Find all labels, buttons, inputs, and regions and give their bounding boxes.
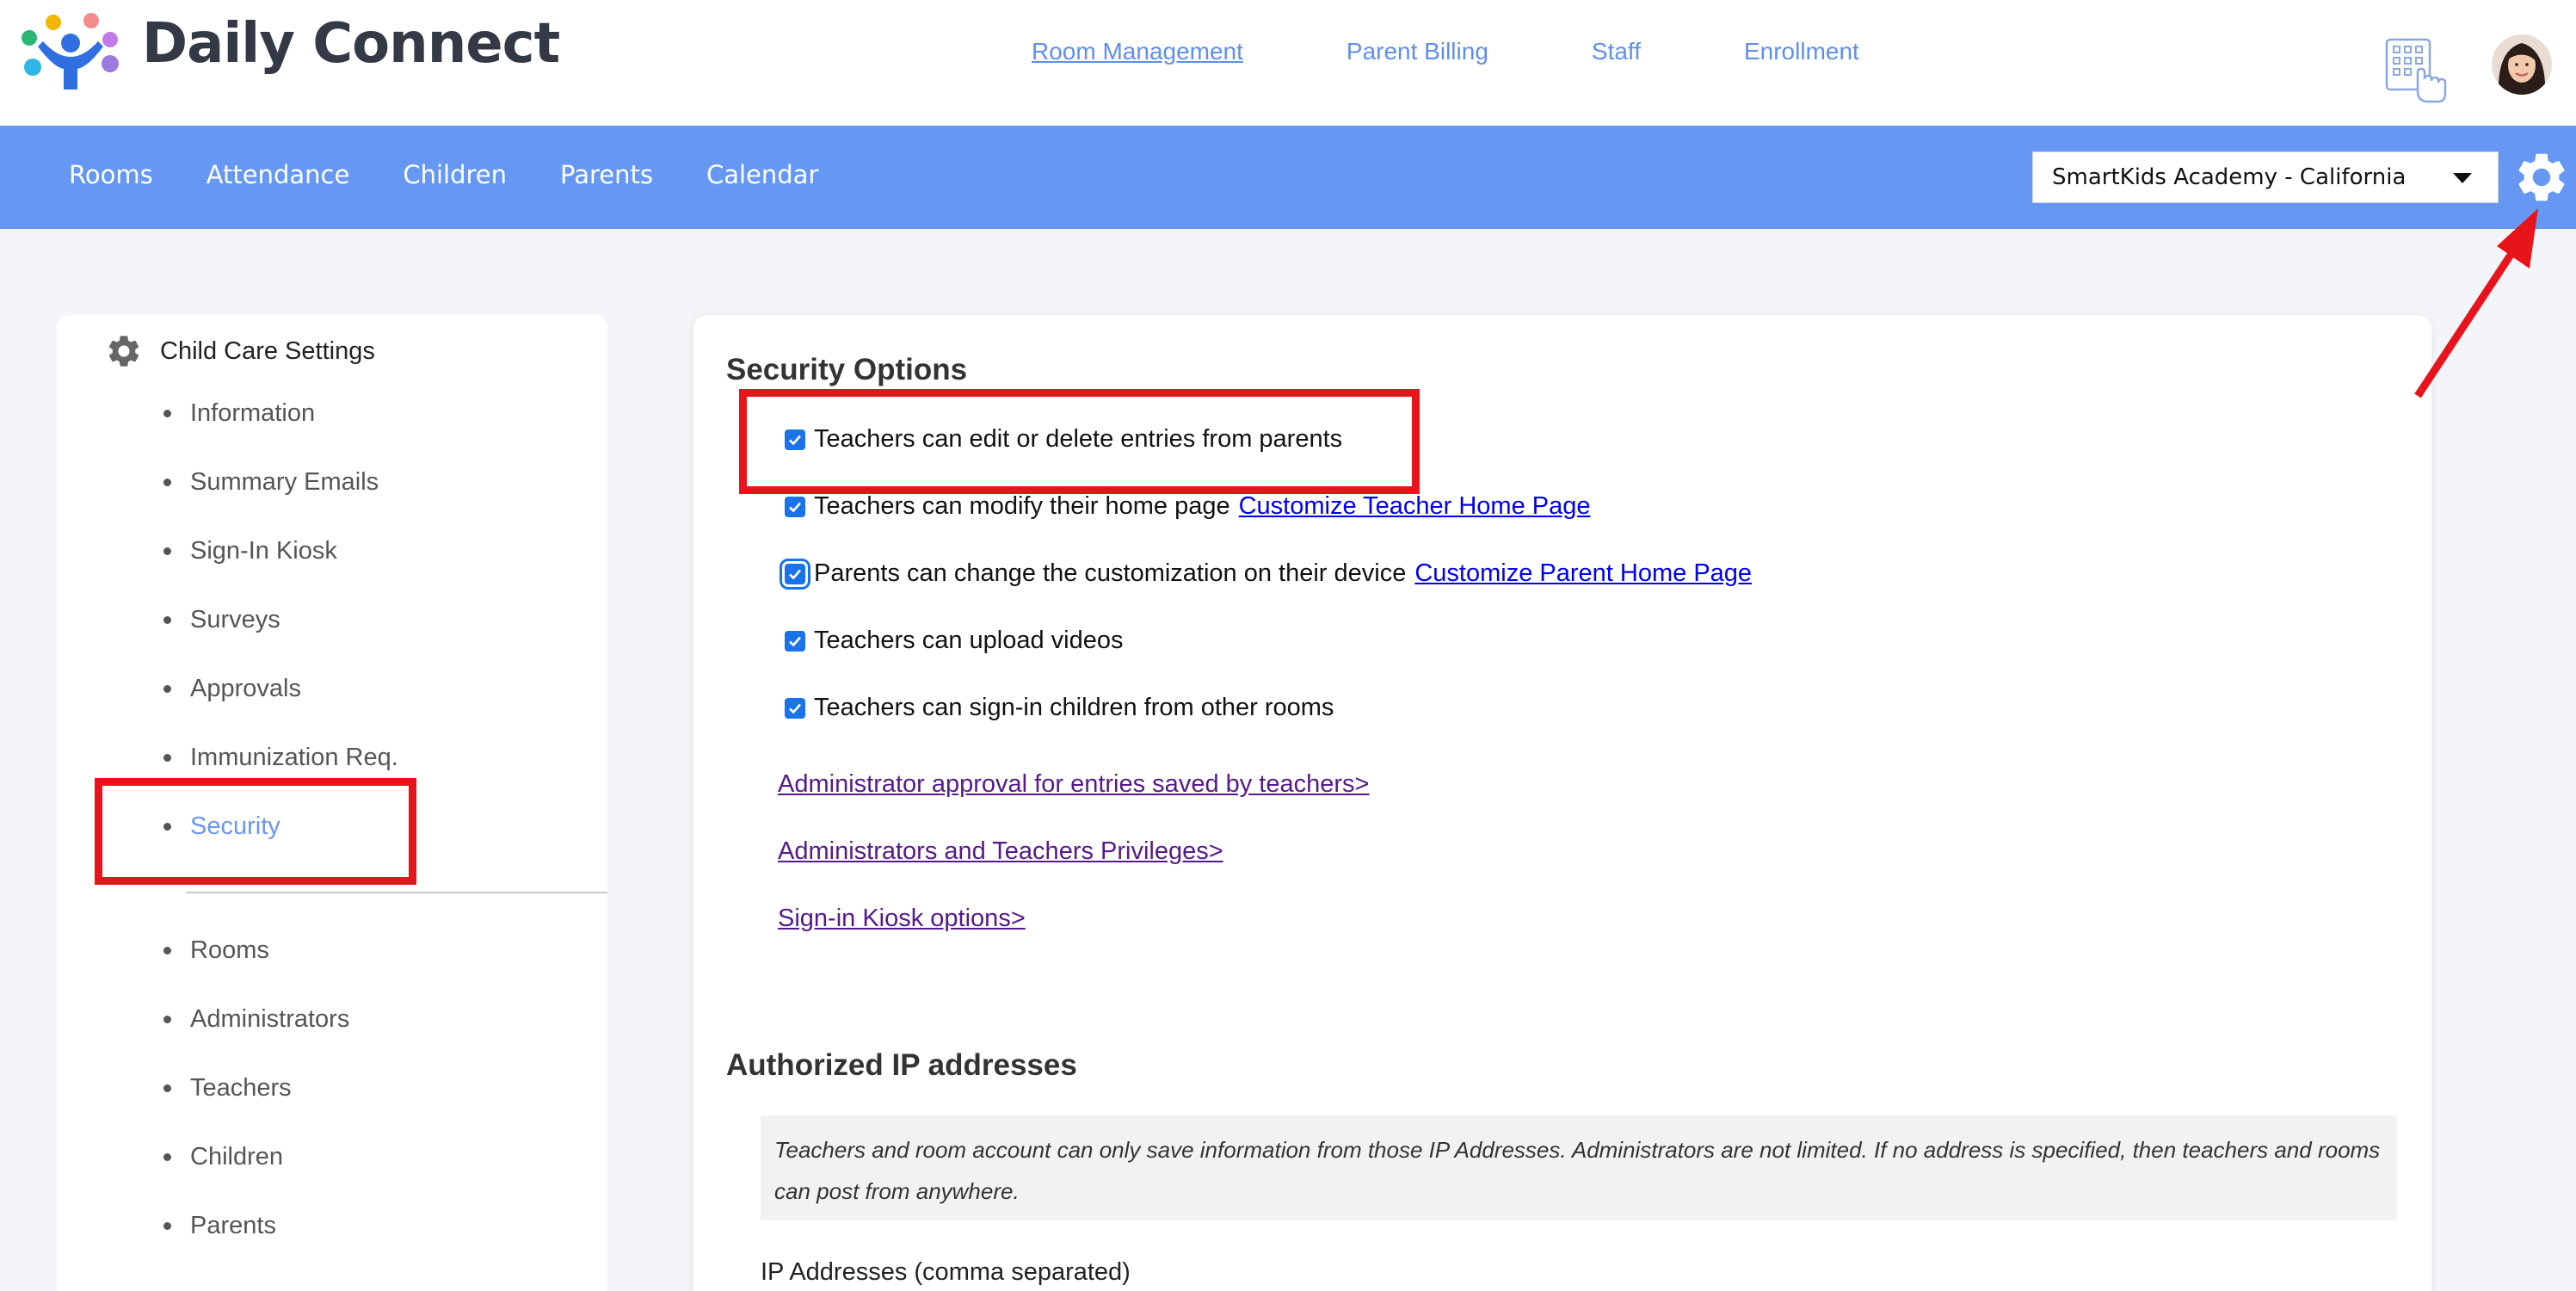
option-label: Parents can change the customization on … <box>814 559 1407 587</box>
option-label: Teachers can modify their home page <box>814 492 1230 520</box>
sidebar-item-label: Summary Emails <box>190 468 379 496</box>
bullet <box>163 685 171 693</box>
annotation-arrow-icon <box>2414 208 2538 398</box>
ip-addresses-label: IP Addresses (comma separated) <box>761 1258 1131 1286</box>
top-header: Daily Connect Room Management Parent Bil… <box>0 0 2576 126</box>
main-nav: Rooms Attendance Children Parents Calend… <box>69 160 818 189</box>
authorized-ip-title: Authorized IP addresses <box>726 1048 1077 1082</box>
sidebar-item-label: Administrators <box>190 1005 350 1033</box>
user-avatar[interactable] <box>2492 34 2552 95</box>
checkbox-checked[interactable] <box>780 558 810 590</box>
bullet <box>163 947 171 954</box>
sidebar-item-children[interactable]: Children <box>163 1143 283 1171</box>
sidebar-item-rooms[interactable]: Rooms <box>163 936 269 965</box>
option-teachers-upload-videos[interactable]: Teachers can upload videos <box>785 627 1124 655</box>
sidebar-item-parents[interactable]: Parents <box>163 1212 276 1240</box>
top-link-room-management[interactable]: Room Management <box>1032 38 1243 65</box>
bullet <box>163 754 171 762</box>
customize-teacher-home-link[interactable]: Customize Teacher Home Page <box>1239 492 1591 521</box>
option-label: Teachers can upload videos <box>814 627 1124 654</box>
sidebar-item-label: Information <box>190 399 316 427</box>
school-select-value: SmartKids Academy - California <box>2052 164 2407 190</box>
bullet <box>163 479 171 486</box>
avatar-photo-icon <box>2492 34 2552 95</box>
sidebar-item-label: Sign-In Kiosk <box>190 537 337 565</box>
sidebar-item-summary-emails[interactable]: Summary Emails <box>163 468 379 497</box>
bullet <box>163 1084 171 1092</box>
option-teachers-modify-home-page[interactable]: Teachers can modify their home page Cust… <box>785 492 1591 521</box>
sidebar-item-information[interactable]: Information <box>163 399 315 428</box>
sidebar-item-approvals[interactable]: Approvals <box>163 675 301 703</box>
bullet <box>163 616 171 624</box>
kiosk-options-link[interactable]: Sign-in Kiosk options> <box>778 905 1026 933</box>
top-link-enrollment[interactable]: Enrollment <box>1744 38 1859 65</box>
nav-children[interactable]: Children <box>403 160 507 189</box>
nav-calendar[interactable]: Calendar <box>706 160 818 189</box>
admin-approval-link[interactable]: Administrator approval for entries saved… <box>778 770 1369 799</box>
privileges-link[interactable]: Administrators and Teachers Privileges> <box>778 837 1223 866</box>
sidebar-item-label: Immunization Req. <box>190 744 398 771</box>
nav-attendance[interactable]: Attendance <box>206 160 350 189</box>
sidebar-heading-label: Child Care Settings <box>160 337 375 365</box>
option-parents-change-customization[interactable]: Parents can change the customization on … <box>780 558 1752 590</box>
sidebar-item-surveys[interactable]: Surveys <box>163 606 280 634</box>
option-label: Teachers can sign-in children from other… <box>814 694 1334 721</box>
bullet <box>163 410 171 417</box>
top-link-staff[interactable]: Staff <box>1592 38 1641 65</box>
app-title: Daily Connect <box>142 12 560 76</box>
bullet <box>163 1153 171 1161</box>
sidebar-item-label: Approvals <box>190 675 301 702</box>
bullet <box>163 547 171 555</box>
top-link-parent-billing[interactable]: Parent Billing <box>1347 38 1488 65</box>
kiosk-keypad-icon[interactable] <box>2385 38 2447 105</box>
top-links: Room Management Parent Billing Staff Enr… <box>1032 38 1859 65</box>
bullet <box>163 1016 171 1023</box>
checkbox-checked[interactable] <box>785 697 805 719</box>
checkmark-icon <box>789 502 801 512</box>
sidebar-heading[interactable]: Child Care Settings <box>105 332 375 370</box>
daily-connect-logo-icon[interactable] <box>21 12 120 91</box>
sidebar-item-label: Parents <box>190 1212 276 1239</box>
annotation-highlight-security <box>95 778 416 885</box>
checkbox-checked[interactable] <box>785 630 805 652</box>
annotation-highlight-option <box>739 389 1420 494</box>
sidebar-item-label: Children <box>190 1143 283 1171</box>
gear-icon <box>108 336 139 367</box>
customize-parent-home-link[interactable]: Customize Parent Home Page <box>1414 559 1752 588</box>
nav-parents[interactable]: Parents <box>560 160 653 189</box>
sidebar-item-immunization[interactable]: Immunization Req. <box>163 744 398 772</box>
nav-rooms[interactable]: Rooms <box>69 160 153 189</box>
sidebar-item-label: Surveys <box>190 606 280 633</box>
checkmark-icon <box>789 703 801 713</box>
ip-help-note: Teachers and room account can only save … <box>761 1115 2397 1220</box>
sidebar-divider <box>186 892 607 893</box>
option-teachers-sign-in-other-rooms[interactable]: Teachers can sign-in children from other… <box>785 694 1334 722</box>
sidebar-item-teachers[interactable]: Teachers <box>163 1074 292 1103</box>
checkbox-checked[interactable] <box>785 496 805 517</box>
sidebar-item-label: Teachers <box>190 1074 292 1102</box>
bullet <box>163 1222 171 1230</box>
chevron-down-icon <box>2453 173 2472 183</box>
sidebar-item-label: Rooms <box>190 936 269 964</box>
main-nav-bar: Rooms Attendance Children Parents Calend… <box>0 126 2576 229</box>
security-options-title: Security Options <box>726 353 968 386</box>
checkmark-icon <box>789 569 801 579</box>
checkmark-icon <box>789 636 801 646</box>
sidebar-item-sign-in-kiosk[interactable]: Sign-In Kiosk <box>163 537 337 565</box>
sidebar-item-administrators[interactable]: Administrators <box>163 1005 349 1034</box>
